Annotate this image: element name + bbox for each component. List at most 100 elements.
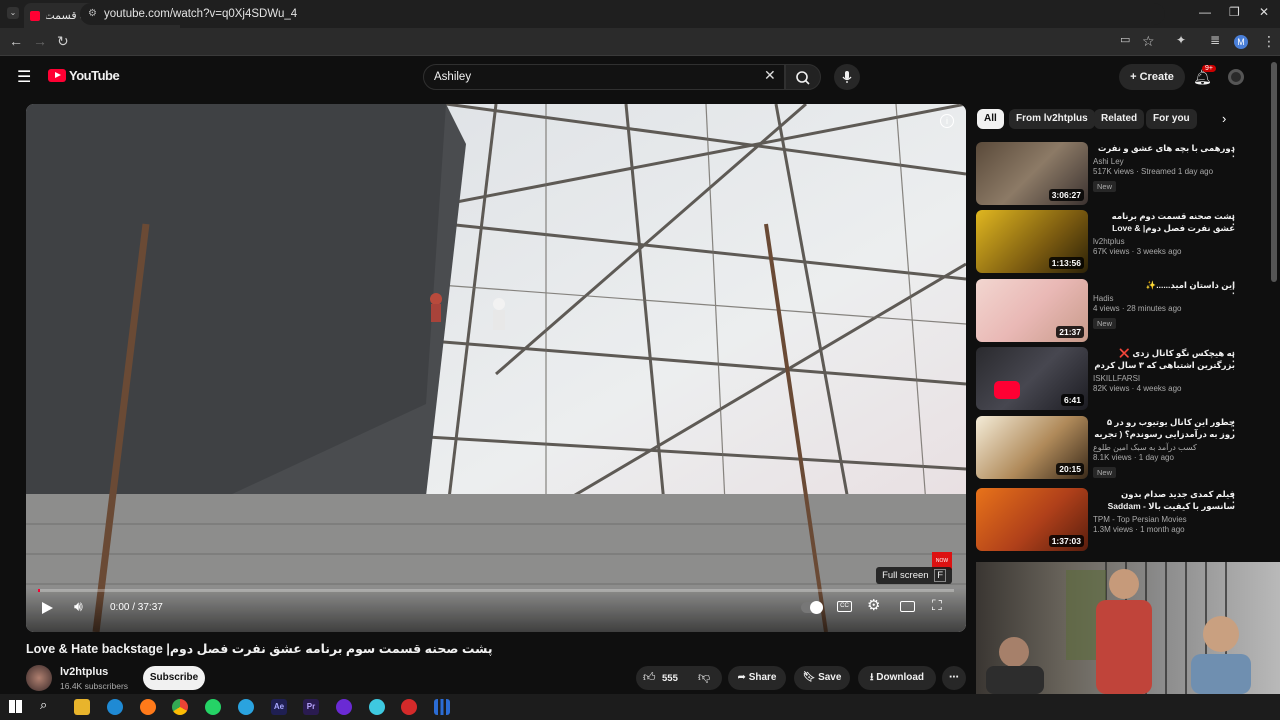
rec-title[interactable]: به هیچکس نگو کانال زدی ❌ بزرگترین اشتباه…	[1093, 347, 1235, 371]
recommendation-item[interactable]: 3:06:27 دورهمی با بچه های عشق و نفرت Ash…	[976, 142, 1266, 206]
reading-list-icon[interactable]: ≣	[1210, 33, 1220, 47]
duration-badge: 6:41	[1060, 394, 1084, 406]
rec-title[interactable]: دورهمی با بچه های عشق و نفرت	[1093, 142, 1235, 154]
premiere-icon[interactable]: Pr	[303, 699, 319, 715]
volume-icon[interactable]: 🔊︎	[74, 598, 83, 615]
more-actions-icon[interactable]: ⋮	[1227, 349, 1240, 365]
chip-from-channel[interactable]: From lv2htplus	[1009, 109, 1095, 129]
rec-channel[interactable]: کسب درآمد به سبک امین طلوع	[1093, 443, 1235, 452]
notifications-button[interactable]: 🔔︎ 9+	[1193, 65, 1216, 87]
rec-title[interactable]: پشت صحنه قسمت دوم برنامه عشق نفرت فصل دو…	[1093, 210, 1235, 234]
rec-title[interactable]: این داستان امید......✨	[1093, 279, 1235, 291]
like-icon[interactable]: 👍︎	[643, 670, 656, 685]
save-button[interactable]: 🔖︎ Save	[794, 666, 850, 690]
windows-start-icon[interactable]	[9, 700, 22, 713]
video-thumbnail[interactable]: 20:15	[976, 416, 1088, 479]
bookmark-star-icon[interactable]: ☆	[1142, 33, 1155, 50]
video-player[interactable]: i NOW Full screen F 🔊︎ 0:00 / 37:37 CC ⚙…	[26, 104, 966, 632]
window-close-icon[interactable]: ✕	[1259, 5, 1269, 19]
duration-badge: 1:13:56	[1048, 257, 1084, 269]
recommendation-item[interactable]: 20:15 چطور این کانال یوتیوب رو در ۵ روز …	[976, 416, 1266, 480]
video-thumbnail[interactable]: 21:37	[976, 279, 1088, 342]
more-actions-icon[interactable]: ⋮	[1227, 144, 1240, 160]
chip-related[interactable]: Related	[1094, 109, 1145, 129]
new-badge: New	[1093, 181, 1117, 192]
theater-mode-icon[interactable]	[900, 601, 915, 612]
restore-icon[interactable]: ❐	[1229, 5, 1240, 19]
download-button[interactable]: ⭳ Download	[858, 666, 936, 690]
dislike-icon[interactable]: 👎︎	[698, 670, 710, 685]
chrome-icon[interactable]	[172, 699, 188, 715]
profile-avatar[interactable]: M	[1234, 35, 1248, 49]
recommendation-item[interactable]: 1:13:56 پشت صحنه قسمت دوم برنامه عشق نفر…	[976, 210, 1266, 274]
create-button[interactable]: + Create	[1119, 64, 1185, 90]
back-icon[interactable]: ←	[9, 33, 23, 49]
search-button[interactable]	[785, 64, 821, 90]
webcam-overlay	[976, 562, 1280, 694]
app-icon[interactable]	[369, 699, 385, 715]
chip-all[interactable]: All	[977, 109, 1004, 129]
settings-gear-icon[interactable]: ⚙	[867, 596, 880, 614]
video-thumbnail[interactable]: 6:41	[976, 347, 1088, 410]
video-thumbnail[interactable]: 1:37:03	[976, 488, 1088, 551]
more-actions-icon[interactable]: ⋮	[1227, 418, 1240, 434]
chips-next-icon[interactable]: ›	[1222, 111, 1226, 126]
subscribe-button[interactable]: Subscribe	[143, 666, 205, 690]
account-avatar[interactable]	[1228, 69, 1244, 85]
chip-for-you[interactable]: For you	[1146, 109, 1197, 129]
chrome-menu-icon[interactable]: ⋮	[1262, 33, 1276, 50]
voice-search-button[interactable]	[834, 64, 860, 90]
autoplay-toggle-icon[interactable]	[801, 601, 823, 614]
channel-name[interactable]: lv2htplus	[60, 666, 108, 678]
whatsapp-icon[interactable]	[205, 699, 221, 715]
video-thumbnail[interactable]: 3:06:27	[976, 142, 1088, 205]
file-explorer-icon[interactable]	[74, 699, 90, 715]
extensions-icon[interactable]: ✦	[1176, 33, 1186, 47]
rec-channel[interactable]: TPM - Top Persian Movies	[1093, 515, 1235, 524]
after-effects-icon[interactable]: Ae	[271, 699, 287, 715]
media-player-icon[interactable]	[336, 699, 352, 715]
youtube-logo[interactable]: YouTube	[48, 68, 120, 83]
tab-search-icon[interactable]: ⌄	[7, 7, 19, 19]
search-input[interactable]: Ashiley	[423, 64, 785, 90]
fullscreen-icon[interactable]: ⛶	[932, 597, 942, 614]
firefox-icon[interactable]	[140, 699, 156, 715]
channel-avatar[interactable]	[26, 665, 52, 691]
reload-icon[interactable]: ↻	[57, 33, 69, 50]
rec-channel[interactable]: ISKILLFARSI	[1093, 374, 1235, 383]
play-icon[interactable]	[42, 602, 53, 614]
more-actions-icon[interactable]: ⋮	[1227, 281, 1240, 297]
page-scrollbar[interactable]	[1271, 62, 1277, 282]
minimize-icon[interactable]: —	[1199, 5, 1211, 19]
rec-channel[interactable]: Ashi Ley	[1093, 157, 1235, 166]
info-icon[interactable]: i	[940, 114, 954, 128]
mic-icon	[842, 71, 852, 83]
plus-icon: +	[1130, 71, 1140, 83]
site-info-icon[interactable]: ⚙	[88, 3, 97, 25]
new-badge: New	[1093, 318, 1117, 329]
forward-icon[interactable]: →	[33, 33, 47, 49]
captions-icon[interactable]: CC	[837, 601, 852, 612]
screen-recorder-icon[interactable]	[401, 699, 417, 715]
share-button[interactable]: ➦ Share	[728, 666, 786, 690]
taskbar-search-icon[interactable]: ⌕	[40, 697, 47, 713]
more-actions-icon[interactable]: ⋮	[1227, 212, 1240, 228]
recommendation-item[interactable]: 21:37 این داستان امید......✨ Hadis 4 vie…	[976, 279, 1266, 343]
recommendation-item[interactable]: 1:37:03 فیلم کمدی جدید صدام بدون سانسور …	[976, 488, 1266, 552]
rec-channel[interactable]: Hadis	[1093, 294, 1235, 303]
more-actions-button[interactable]: ⋯	[942, 666, 966, 690]
recommendation-item[interactable]: 6:41 به هیچکس نگو کانال زدی ❌ بزرگترین ا…	[976, 347, 1266, 411]
rec-channel[interactable]: lv2htplus	[1093, 237, 1235, 246]
edge-icon[interactable]	[107, 699, 123, 715]
rec-title[interactable]: چطور این کانال یوتیوب رو در ۵ روز به درآ…	[1093, 416, 1235, 440]
telegram-icon[interactable]	[238, 699, 254, 715]
clear-search-icon[interactable]: ✕	[764, 67, 776, 84]
install-icon[interactable]: ▭	[1120, 33, 1130, 46]
rec-title[interactable]: فیلم کمدی جدید صدام بدون سانسور با کیفیت…	[1093, 488, 1235, 512]
chart-app-icon[interactable]	[434, 699, 450, 715]
hamburger-menu-icon[interactable]: ☰	[17, 67, 31, 87]
more-actions-icon[interactable]: ⋮	[1227, 490, 1240, 506]
create-label: Create	[1139, 71, 1174, 83]
url-bar[interactable]: ⚙ youtube.com/watch?v=q0Xj4SDWu_4	[80, 3, 1165, 25]
video-thumbnail[interactable]: 1:13:56	[976, 210, 1088, 273]
